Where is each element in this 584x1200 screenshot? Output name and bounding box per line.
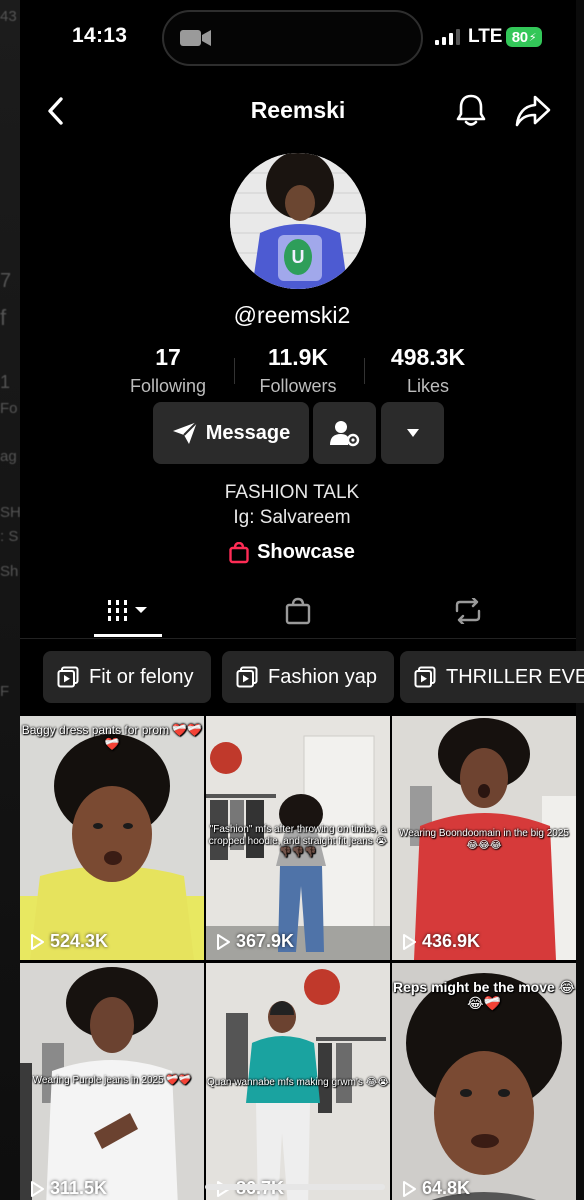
stat-following[interactable]: 17 Following <box>120 344 216 397</box>
repost-icon <box>455 598 481 624</box>
bell-icon[interactable] <box>454 92 488 128</box>
home-indicator[interactable] <box>205 1184 385 1190</box>
friend-settings-icon <box>329 421 359 447</box>
video-camera-icon <box>180 30 211 46</box>
message-icon <box>172 421 198 444</box>
view-count-value: 367.9K <box>236 931 295 951</box>
playlist-chip[interactable]: THRILLER EVE <box>400 651 584 703</box>
video-frame <box>20 716 204 960</box>
more-options-button[interactable] <box>381 402 444 464</box>
bag-icon <box>285 597 311 625</box>
svg-text:U: U <box>292 247 305 267</box>
message-button-label: Message <box>205 421 291 444</box>
video-caption: Reps might be the move 😂😂❤️‍🩹 <box>392 979 576 1012</box>
play-icon <box>31 933 44 950</box>
view-count-value: 436.9K <box>422 931 481 951</box>
status-bar: 14:13 LTE 80 ⚡ <box>20 0 576 76</box>
play-icon <box>403 1180 416 1197</box>
playlist-chip[interactable]: Fit or felony <box>43 651 211 703</box>
battery-level: 80 <box>511 28 528 46</box>
view-count: 311.5K <box>30 1178 107 1199</box>
view-count: 436.9K <box>402 931 480 952</box>
friend-settings-button[interactable] <box>313 402 376 464</box>
view-count-value: 524.3K <box>50 931 109 951</box>
background-previous-screen: 43 7 f 1 Fo ag SH : S Sh F <box>0 0 20 1200</box>
profile-avatar[interactable]: U <box>230 153 366 289</box>
tab-shop[interactable] <box>276 593 320 629</box>
bag-icon <box>229 541 249 563</box>
playlist-icon <box>414 666 436 688</box>
playlist-row: Fit or felony Fashion yap THRILLER EVE <box>20 651 584 705</box>
network-type: LTE <box>468 26 503 47</box>
view-count-value: 64.8K <box>422 1178 471 1198</box>
view-count: 64.8K <box>402 1178 470 1199</box>
video-thumbnail[interactable]: "Fashion" mfs after throwing on timbs, a… <box>206 716 390 960</box>
profile-handle: @reemski2 <box>233 302 351 328</box>
play-icon <box>217 933 230 950</box>
video-grid: Baggy dress pants for prom ❤️‍🩹❤️‍🩹❤️‍🩹 … <box>20 716 576 1200</box>
video-caption: "Fashion" mfs after throwing on timbs, a… <box>208 824 388 858</box>
stat-label: Following <box>129 376 207 396</box>
play-icon <box>31 1180 44 1197</box>
message-button[interactable]: Message <box>153 402 309 464</box>
video-thumbnail[interactable]: Quan wannabe mfs making grwm's 😂😭 86.7K <box>206 963 390 1200</box>
view-count-value: 311.5K <box>50 1178 108 1198</box>
video-caption: Wearing Purple jeans in 2025 ❤️‍🩹❤️‍🩹 <box>32 1075 192 1086</box>
background-edge <box>576 0 584 1200</box>
video-caption: Baggy dress pants for prom ❤️‍🩹❤️‍🩹❤️‍🩹 <box>21 723 203 751</box>
avatar-photo: U <box>230 153 366 289</box>
stat-followers[interactable]: 11.9K Followers <box>247 344 349 397</box>
grid-icon <box>108 600 147 621</box>
showcase-label: Showcase <box>257 541 355 563</box>
video-thumbnail[interactable]: Wearing Purple jeans in 2025 ❤️‍🩹❤️‍🩹 31… <box>20 963 204 1200</box>
playlist-icon <box>57 666 79 688</box>
signal-icon <box>435 29 460 45</box>
stat-value: 498.3K <box>390 344 466 370</box>
active-tab-indicator <box>94 634 162 637</box>
view-count: 367.9K <box>216 931 294 952</box>
chevron-down-icon <box>406 429 419 437</box>
bio-line: FASHION TALK <box>224 482 360 503</box>
playlist-chip[interactable]: Fashion yap <box>222 651 394 703</box>
bio-line: Ig: Salvareem <box>233 507 351 528</box>
video-caption: Quan wannabe mfs making grwm's 😂😭 <box>206 1077 389 1088</box>
status-time: 14:13 <box>72 24 128 47</box>
playlist-label: THRILLER EVE <box>446 665 584 688</box>
stat-value: 17 <box>155 344 181 370</box>
view-count: 524.3K <box>30 931 108 952</box>
stat-value: 11.9K <box>267 344 329 370</box>
video-thumbnail[interactable]: Reps might be the move 😂😂❤️‍🩹 64.8K <box>392 963 576 1200</box>
stat-label: Followers <box>259 376 337 396</box>
stat-divider <box>234 358 235 384</box>
playlist-label: Fashion yap <box>268 665 377 688</box>
dynamic-island <box>162 10 423 66</box>
tab-videos[interactable] <box>94 593 162 629</box>
stat-label: Likes <box>406 376 450 396</box>
playlist-icon <box>236 666 258 688</box>
share-icon[interactable] <box>514 94 552 128</box>
stat-divider <box>364 358 365 384</box>
battery-indicator: 80 ⚡ <box>506 27 542 47</box>
tab-reposts[interactable] <box>446 593 490 629</box>
showcase-link[interactable]: Showcase <box>0 541 584 564</box>
play-icon <box>403 933 416 950</box>
profile-tabs <box>20 585 576 639</box>
profile-header: Reemski <box>20 80 576 140</box>
stat-likes[interactable]: 498.3K Likes <box>374 344 482 397</box>
charging-icon: ⚡ <box>528 31 537 44</box>
video-caption: Wearing Boondoomain in the big 2025 😂😂😂 <box>399 828 569 851</box>
playlist-label: Fit or felony <box>89 665 194 688</box>
page-title: Reemski <box>250 97 346 123</box>
video-thumbnail[interactable]: Wearing Boondoomain in the big 2025 😂😂😂 … <box>392 716 576 960</box>
video-thumbnail[interactable]: Baggy dress pants for prom ❤️‍🩹❤️‍🩹❤️‍🩹 … <box>20 716 204 960</box>
